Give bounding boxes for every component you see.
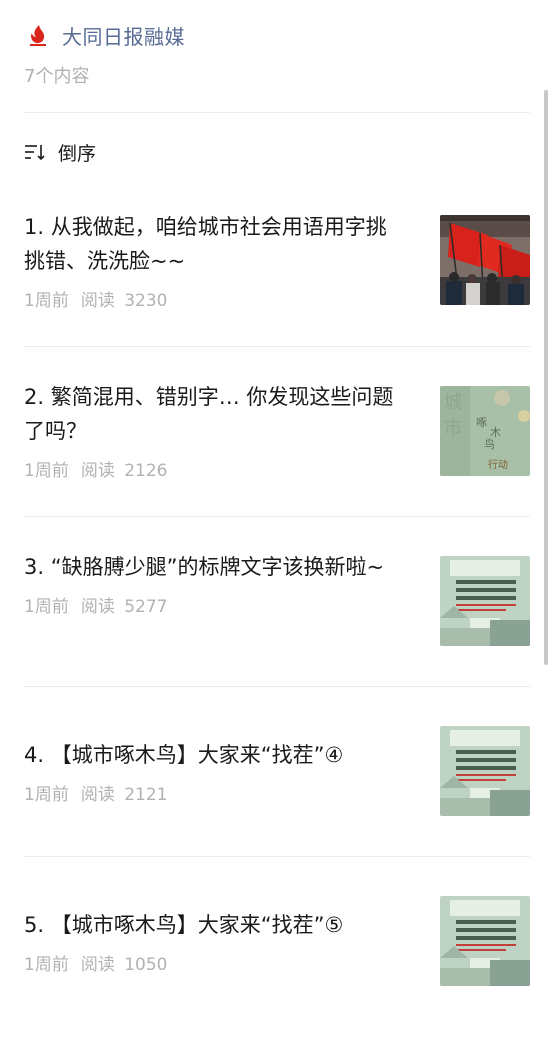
article-reads-label: 阅读 — [80, 785, 115, 805]
article-item-3[interactable]: 3. “缺胳膊少腿”的标牌文字该换新啦~ 1周前 阅读 5277 — [24, 540, 530, 710]
article-time: 1周前 — [24, 291, 69, 311]
svg-text:鸟: 鸟 — [484, 437, 495, 451]
svg-text:行动: 行动 — [488, 458, 508, 471]
red-flame-logo-icon[interactable] — [24, 21, 52, 49]
article-meta: 1周前 阅读 2121 — [24, 780, 402, 805]
sort-toggle[interactable]: 倒序 — [24, 136, 96, 168]
svg-text:城: 城 — [444, 392, 462, 413]
article-reads-count: 1050 — [124, 955, 168, 975]
article-meta: 1周前 阅读 5277 — [24, 592, 402, 617]
article-meta: 1周前 阅读 2126 — [24, 456, 402, 481]
sort-list-icon — [25, 145, 45, 161]
article-title[interactable]: 2. 繁简混用、错别字… 你发现这些问题了吗？ — [24, 380, 402, 448]
article-reads-count: 3230 — [124, 291, 168, 311]
article-time: 1周前 — [24, 955, 69, 975]
divider — [24, 346, 530, 347]
city-woodpecker-poster-icon[interactable]: 城 市 啄 木 鸟 行动 — [440, 386, 530, 476]
red-flags-crowd-photo-icon[interactable] — [440, 215, 530, 305]
article-reads-count: 2121 — [124, 785, 168, 805]
article-item-5[interactable]: 5. 【城市啄木鸟】大家来“找茬”⑤ 1周前 阅读 1050 — [24, 880, 530, 1050]
article-item-2[interactable]: 2. 繁简混用、错别字… 你发现这些问题了吗？ 1周前 阅读 2126 城 市 啄… — [24, 370, 530, 540]
article-reads-label: 阅读 — [80, 955, 115, 975]
green-civilization-poster-icon[interactable] — [440, 556, 530, 646]
content-count: 7个内容 — [24, 66, 90, 87]
article-reads-count: 5277 — [124, 597, 168, 617]
article-title[interactable]: 1. 从我做起，咱给城市社会用语用字挑挑错、洗洗脸~~ — [24, 210, 402, 278]
scrollbar[interactable] — [544, 90, 548, 665]
article-text: 4. 【城市啄木鸟】大家来“找茬”④ 1周前 阅读 2121 — [24, 738, 402, 805]
sort-label: 倒序 — [58, 142, 97, 165]
article-text: 5. 【城市啄木鸟】大家来“找茬”⑤ 1周前 阅读 1050 — [24, 908, 402, 975]
svg-text:市: 市 — [444, 418, 462, 439]
article-title[interactable]: 5. 【城市啄木鸟】大家来“找茬”⑤ — [24, 908, 402, 942]
article-item-4[interactable]: 4. 【城市啄木鸟】大家来“找茬”④ 1周前 阅读 2121 — [24, 710, 530, 880]
article-item-1[interactable]: 1. 从我做起，咱给城市社会用语用字挑挑错、洗洗脸~~ 1周前 阅读 3230 — [24, 200, 530, 370]
article-meta: 1周前 阅读 3230 — [24, 286, 402, 311]
divider — [24, 856, 530, 857]
green-civilization-poster-icon[interactable] — [440, 896, 530, 986]
account-name[interactable]: 大同日报融媒 — [62, 21, 185, 50]
article-text: 3. “缺胳膊少腿”的标牌文字该换新啦~ 1周前 阅读 5277 — [24, 550, 402, 617]
divider — [24, 686, 530, 687]
article-title[interactable]: 4. 【城市啄木鸟】大家来“找茬”④ — [24, 738, 402, 772]
green-civilization-poster-icon[interactable] — [440, 726, 530, 816]
article-time: 1周前 — [24, 785, 69, 805]
article-reads-label: 阅读 — [80, 597, 115, 617]
account-row[interactable]: 大同日报融媒 — [24, 18, 530, 52]
article-meta: 1周前 阅读 1050 — [24, 950, 402, 975]
account-header: 大同日报融媒 7个内容 — [24, 18, 530, 88]
svg-text:啄: 啄 — [476, 416, 487, 429]
divider — [24, 112, 530, 113]
article-reads-label: 阅读 — [80, 461, 115, 481]
article-title[interactable]: 3. “缺胳膊少腿”的标牌文字该换新啦~ — [24, 550, 402, 584]
article-reads-label: 阅读 — [80, 291, 115, 311]
article-text: 2. 繁简混用、错别字… 你发现这些问题了吗？ 1周前 阅读 2126 — [24, 380, 402, 481]
article-text: 1. 从我做起，咱给城市社会用语用字挑挑错、洗洗脸~~ 1周前 阅读 3230 — [24, 210, 402, 311]
article-time: 1周前 — [24, 461, 69, 481]
article-time: 1周前 — [24, 597, 69, 617]
divider — [24, 516, 530, 517]
article-reads-count: 2126 — [124, 461, 168, 481]
